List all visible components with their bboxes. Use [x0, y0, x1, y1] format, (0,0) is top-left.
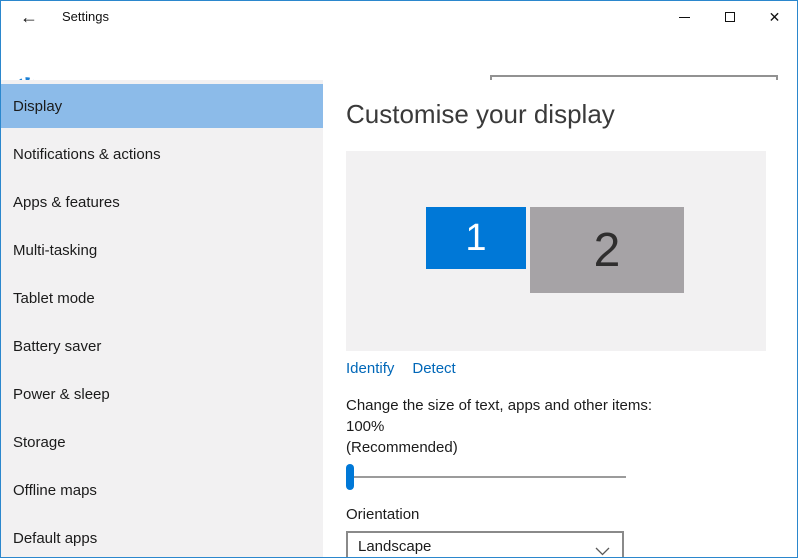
monitor-1-number: 1: [465, 217, 486, 260]
monitor-actions: Identify Detect: [346, 360, 797, 377]
sidebar-item-label: Notifications & actions: [13, 146, 161, 163]
sidebar-item-label: Power & sleep: [13, 386, 110, 403]
titlebar: ← Settings ✕: [1, 1, 797, 33]
sidebar-item-label: Storage: [13, 434, 66, 451]
back-button[interactable]: ←: [15, 3, 43, 31]
close-button[interactable]: ✕: [752, 1, 797, 33]
slider-track[interactable]: [346, 476, 626, 478]
identify-link[interactable]: Identify: [346, 360, 394, 377]
sidebar-item-label: Battery saver: [13, 338, 101, 355]
page-title: Customise your display: [346, 97, 797, 131]
sidebar-item-label: Offline maps: [13, 482, 97, 499]
window-title: Settings: [62, 9, 109, 24]
sidebar: Display Notifications & actions Apps & f…: [1, 80, 323, 557]
detect-link[interactable]: Detect: [412, 360, 455, 377]
close-icon: ✕: [769, 10, 781, 24]
monitor-2-number: 2: [594, 223, 621, 278]
maximize-button[interactable]: [707, 1, 752, 33]
sidebar-item-tablet-mode[interactable]: Tablet mode: [1, 276, 323, 320]
sidebar-item-storage[interactable]: Storage: [1, 420, 323, 464]
orientation-dropdown[interactable]: Landscape: [346, 531, 624, 558]
sidebar-item-offline-maps[interactable]: Offline maps: [1, 468, 323, 512]
sidebar-item-label: Apps & features: [13, 194, 120, 211]
window-controls: ✕: [662, 1, 797, 33]
scaling-description: Change the size of text, apps and other …: [346, 395, 686, 458]
sidebar-item-label: Display: [13, 98, 62, 115]
orientation-dropdown-value: Landscape: [348, 538, 431, 555]
chevron-down-icon: [595, 543, 610, 558]
main-content: Customise your display 1 2 Identify Dete…: [323, 80, 797, 557]
slider-thumb[interactable]: [346, 464, 354, 490]
orientation-label: Orientation: [346, 506, 797, 523]
minimize-icon: [679, 17, 690, 18]
sidebar-item-label: Tablet mode: [13, 290, 95, 307]
settings-window: ← Settings ✕ SYSTEM: [0, 0, 798, 558]
sidebar-item-multi-tasking[interactable]: Multi-tasking: [1, 228, 323, 272]
maximize-icon: [725, 12, 735, 22]
sidebar-item-battery-saver[interactable]: Battery saver: [1, 324, 323, 368]
sidebar-item-apps-features[interactable]: Apps & features: [1, 180, 323, 224]
header: SYSTEM: [1, 33, 797, 80]
monitor-2[interactable]: 2: [530, 207, 684, 293]
back-arrow-icon: ←: [20, 7, 38, 27]
sidebar-item-label: Default apps: [13, 530, 97, 547]
sidebar-item-display[interactable]: Display: [1, 84, 323, 128]
scaling-description-line2: (Recommended): [346, 437, 686, 458]
sidebar-item-notifications-actions[interactable]: Notifications & actions: [1, 132, 323, 176]
sidebar-item-default-apps[interactable]: Default apps: [1, 516, 323, 558]
scaling-description-line1: Change the size of text, apps and other …: [346, 395, 686, 437]
monitor-preview-area: 1 2: [346, 151, 766, 351]
sidebar-item-power-sleep[interactable]: Power & sleep: [1, 372, 323, 416]
minimize-button[interactable]: [662, 1, 707, 33]
scaling-slider[interactable]: [346, 464, 626, 490]
monitor-1[interactable]: 1: [426, 207, 526, 269]
sidebar-item-label: Multi-tasking: [13, 242, 97, 259]
